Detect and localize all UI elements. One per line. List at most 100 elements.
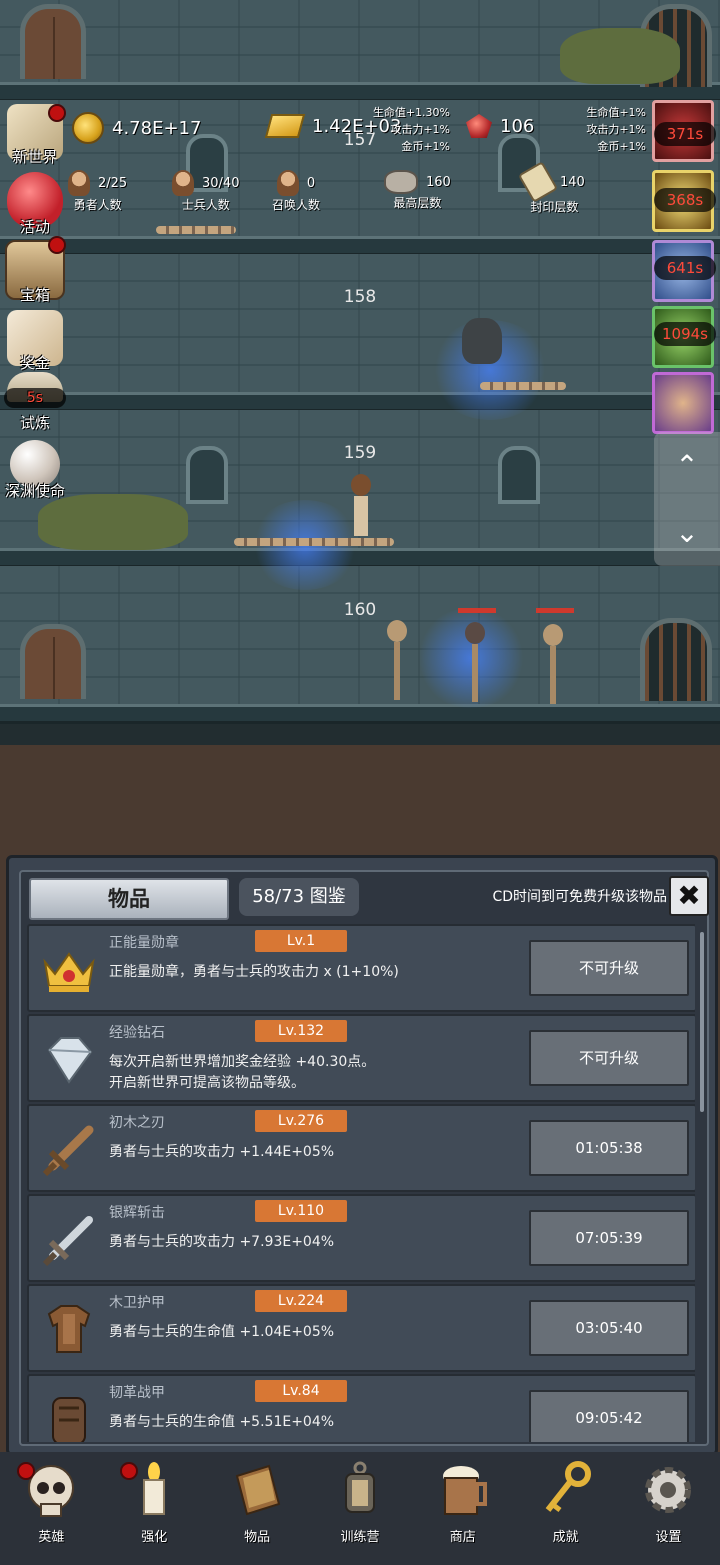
upgrade-button[interactable]: 不可升级 (529, 1030, 689, 1086)
bonus-gold: 金币+1% (401, 140, 450, 153)
nav-label: 英雄 (38, 1530, 65, 1545)
dungeon-window (186, 446, 228, 504)
soldier-count: 30/40 士兵人数 (172, 170, 239, 213)
bonus-hp: 生命值+1.30% (372, 106, 450, 119)
nav-label: 物品 (244, 1530, 271, 1545)
item-desc-line: 勇者与士兵的生命值 +5.51E+04% (109, 1414, 335, 1430)
nav-upgrade[interactable]: 强化 (114, 1452, 194, 1545)
soldier-icon (172, 170, 194, 196)
item-name: 正能量勋章 (109, 935, 179, 951)
side-btn-chest[interactable]: 宝箱 (4, 236, 66, 305)
book-icon (235, 1464, 281, 1516)
enemy-hp-bar (458, 608, 496, 613)
hero-count-label: 勇者人数 (73, 198, 122, 212)
nav-settings[interactable]: 设置 (628, 1452, 708, 1545)
summon-count-label: 召唤人数 (272, 198, 321, 212)
upgrade-timer-button[interactable]: 07:05:39 (529, 1210, 689, 1266)
gold-value: 4.78E+17 (112, 117, 202, 139)
item-desc: 正能量勋章，勇者与士兵的攻击力 x (1+10%) (109, 962, 519, 983)
key-icon (545, 1461, 591, 1512)
ogre-corpse (38, 494, 188, 550)
side-label: 试炼 (19, 414, 50, 432)
item-desc-line: 每次开启新世界增加奖金经验 +40.30点。 (109, 1054, 376, 1070)
nav-achievements[interactable]: 成就 (526, 1452, 606, 1545)
upgrade-timer-button[interactable]: 01:05:38 (529, 1120, 689, 1176)
item-desc-line: 勇者与士兵的攻击力 +7.93E+04% (109, 1234, 335, 1250)
side-btn-trial[interactable]: 5s 试炼 (4, 372, 66, 433)
hero-icon (68, 170, 90, 196)
nav-heroes[interactable]: 英雄 (11, 1452, 91, 1545)
nav-training[interactable]: 训练营 (320, 1452, 400, 1545)
tab-items[interactable]: 物品 (29, 878, 229, 920)
floor-scroll-control: ⌃ ⌄ (654, 432, 720, 566)
side-label: 宝箱 (19, 286, 50, 304)
upgrade-timer-button[interactable]: 09:05:42 (529, 1390, 689, 1442)
ghost-enemy (462, 318, 502, 364)
summon-count: 0 召唤人数 (272, 170, 320, 213)
enemy-hp-bar (536, 608, 574, 613)
empty-area (0, 745, 720, 855)
item-desc: 勇者与士兵的攻击力 +1.44E+05% (109, 1142, 519, 1163)
hero-count: 2/25 勇者人数 (68, 170, 127, 213)
bonus-gold: 金币+1% (597, 140, 646, 153)
item-list: 正能量勋章 Lv.1 正能量勋章，勇者与士兵的攻击力 x (1+10%) 不可升… (27, 924, 695, 1442)
close-icon: ✖ (677, 879, 701, 912)
nav-label: 商店 (449, 1530, 476, 1545)
codex-button[interactable]: 58/73 图鉴 (239, 878, 359, 916)
mug-icon (442, 1466, 487, 1515)
side-label: 奖金 (19, 354, 50, 372)
summon-icon (276, 170, 299, 196)
close-button[interactable]: ✖ (669, 876, 709, 916)
stone-icon (384, 170, 418, 194)
wooden-sword-icon (42, 1125, 94, 1177)
floor-number: 158 (343, 287, 377, 307)
leather-armor-icon (52, 1397, 86, 1442)
list-item: 木卫护甲 Lv.224 勇者与士兵的生命值 +1.04E+05% 03:05:4… (27, 1284, 695, 1372)
side-btn-events[interactable]: 活动 (4, 172, 66, 237)
side-btn-bonus[interactable]: 奖金 (4, 310, 66, 373)
item-desc: 勇者与士兵的攻击力 +7.93E+04% (109, 1232, 519, 1253)
item-desc-line: 开启新世界可提高该物品等级。 (109, 1075, 305, 1091)
ruby-icon (466, 114, 492, 138)
gem-resource: 106 (466, 114, 534, 138)
list-item: 经验钻石 Lv.132 每次开启新世界增加奖金经验 +40.30点。 开启新世界可… (27, 1014, 695, 1102)
item-desc: 每次开启新世界增加奖金经验 +40.30点。 开启新世界可提高该物品等级。 (109, 1052, 519, 1094)
cd-note: CD时间到可免费升级该物品 (492, 889, 667, 905)
buff-timer: 368s (654, 188, 716, 212)
gold-resource: 4.78E+17 (72, 112, 201, 144)
item-name: 木卫护甲 (109, 1295, 165, 1311)
bonus-stats-left: 生命值+1.30% 攻击力+1% 金币+1% (350, 104, 450, 155)
chevron-down-icon[interactable]: ⌄ (654, 499, 720, 566)
nav-shop[interactable]: 商店 (423, 1452, 503, 1545)
seal-floor: 140 封印层数 (517, 161, 585, 215)
floor-number: 160 (343, 600, 377, 620)
soldier-count-value: 30/40 (202, 175, 240, 191)
coin-icon (72, 112, 104, 144)
buff-timer: 1094s (654, 322, 716, 346)
side-btn-new-world[interactable]: 新世界 (4, 104, 66, 167)
level-badge: Lv.84 (255, 1380, 347, 1402)
items-panel: 物品 58/73 图鉴 CD时间到可免费升级该物品 ✖ 正能量勋章 Lv.1 正… (6, 855, 718, 1456)
hero-character (348, 474, 374, 554)
bonus-hp: 生命值+1% (586, 106, 646, 119)
list-item: 正能量勋章 Lv.1 正能量勋章，勇者与士兵的攻击力 x (1+10%) 不可升… (27, 924, 695, 1012)
lantern-icon (344, 1461, 375, 1513)
level-badge: Lv.276 (255, 1110, 347, 1132)
nav-items[interactable]: 物品 (217, 1452, 297, 1545)
side-btn-abyss[interactable]: 深渊使命 (4, 440, 66, 501)
level-badge: Lv.110 (255, 1200, 347, 1222)
bottom-nav: 英雄 强化 物品 训练营 商店 成就 设置 (0, 1452, 720, 1565)
nav-label: 成就 (552, 1530, 579, 1545)
level-badge: Lv.132 (255, 1020, 347, 1042)
chevron-up-icon[interactable]: ⌃ (654, 432, 720, 499)
dungeon-gate (640, 618, 712, 701)
nav-label: 训练营 (340, 1530, 380, 1545)
upgrade-timer-button[interactable]: 03:05:40 (529, 1300, 689, 1356)
diamond-icon (47, 1037, 93, 1084)
list-scrollbar[interactable] (700, 932, 704, 1112)
dungeon-door (20, 4, 86, 79)
upgrade-button[interactable]: 不可升级 (529, 940, 689, 996)
level-badge: Lv.1 (255, 930, 347, 952)
hero-portrait[interactable] (652, 372, 714, 434)
item-desc-line: 勇者与士兵的攻击力 +1.44E+05% (109, 1144, 335, 1160)
